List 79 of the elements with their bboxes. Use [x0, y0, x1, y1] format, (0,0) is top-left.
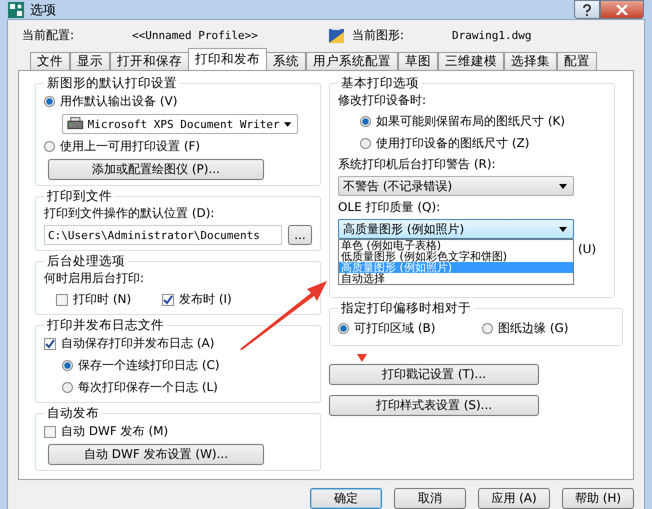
tab[interactable]: 打开和保存 — [110, 52, 189, 70]
option-label: 自动保存打印并发布日志 (A) — [61, 335, 214, 352]
tab[interactable]: 草图 — [398, 52, 438, 70]
caret-icon — [284, 122, 291, 126]
option-label: 发布时 (I) — [179, 291, 232, 308]
radio-button[interactable] — [62, 360, 73, 371]
dialog-button[interactable]: 取消 — [394, 488, 466, 509]
radio-button[interactable] — [338, 323, 349, 334]
quality-dropdown[interactable]: 高质量图形 (例如照片) — [338, 219, 574, 239]
option-label: 如果可能则保留布局的图纸尺寸 (K) — [376, 113, 566, 130]
radio-button[interactable] — [44, 96, 55, 107]
checkbox[interactable] — [44, 338, 56, 350]
printer-icon — [67, 117, 84, 131]
tab[interactable]: 文件 — [30, 52, 70, 70]
add-plotter-button[interactable]: 添加或配置绘图仪 (P)... — [48, 159, 264, 180]
group-title: 基本打印选项 — [340, 75, 420, 92]
group-title: 指定打印偏移时相对于 — [340, 300, 472, 317]
dialog-button[interactable]: 帮助 (H) — [562, 488, 634, 509]
dialog-button[interactable]: 确定 — [310, 488, 382, 509]
field-label: OLE 打印质量 (Q): — [338, 199, 442, 216]
checkbox[interactable] — [56, 294, 68, 306]
profile-label: 当前配置: — [22, 26, 76, 44]
tab[interactable]: 用户系统配置 — [306, 52, 398, 70]
caret-icon — [559, 226, 567, 232]
dialog-button[interactable]: 应用 (A) — [478, 488, 550, 509]
dwf-settings-button[interactable]: 自动 DWF 发布设置 (W)... — [48, 444, 264, 465]
drawing-file-icon — [328, 26, 346, 44]
field-label: 系统打印机后台打印警告 (R): — [338, 156, 497, 173]
app-icon — [8, 2, 24, 18]
tab[interactable]: 打印和发布 — [188, 48, 267, 70]
option-label: 使用上一可用打印设置 (F) — [60, 138, 200, 155]
radio-button[interactable] — [62, 382, 73, 393]
option-label: 打印时 (N) — [73, 291, 132, 308]
group-title: 自动发布 — [46, 405, 100, 422]
option-label: 用作默认输出设备 (V) — [60, 93, 178, 110]
tab[interactable]: 配置 — [557, 52, 597, 70]
group-title: 新图形的默认打印设置 — [46, 75, 178, 92]
option-label: 保存一个连续打印日志 (C) — [78, 357, 220, 374]
radio-button[interactable] — [360, 116, 371, 127]
radio-button[interactable] — [482, 323, 493, 334]
group-title: 打印并发布日志文件 — [46, 317, 165, 334]
tab[interactable]: 三维建模 — [438, 52, 504, 70]
radio-button[interactable] — [360, 138, 371, 149]
printer-dropdown[interactable]: Microsoft XPS Document Writer — [62, 114, 298, 134]
drawing-label: 当前图形: — [352, 26, 406, 44]
option-label: (U) — [578, 242, 596, 258]
warning-dropdown[interactable]: 不警告 (不记录错误) — [338, 176, 574, 196]
help-button[interactable] — [574, 0, 600, 19]
tab[interactable]: 选择集 — [504, 52, 557, 70]
profile-name: <<Unnamed Profile>> — [132, 28, 259, 42]
window-title: 选项 — [30, 2, 56, 18]
browse-button[interactable]: ... — [288, 225, 312, 245]
group-title: 打印到文件 — [46, 188, 113, 205]
settings-button[interactable]: 打印戳记设置 (T)... — [329, 364, 539, 385]
path-field[interactable]: C:\Users\Administrator\Documents — [44, 225, 282, 245]
group-title: 后台处理选项 — [46, 253, 126, 270]
option-label: 图纸边缘 (G) — [498, 320, 568, 337]
field-label: 何时启用后台打印: — [44, 270, 146, 287]
dropdown-option[interactable]: 低质量图形 (例如彩色文字和饼图) — [339, 251, 573, 262]
close-icon — [616, 4, 628, 14]
tab[interactable]: 系统 — [266, 52, 306, 70]
dropdown-option[interactable]: 自动选择 — [339, 273, 573, 284]
triangle-marker — [357, 354, 367, 362]
field-label: 修改打印设备时: — [338, 92, 428, 109]
option-label: 自动 DWF 发布 (M) — [61, 423, 168, 440]
field-label: 打印到文件操作的默认位置 (D): — [44, 205, 216, 222]
option-label: 每次打印保存一个日志 (L) — [78, 379, 218, 396]
close-button[interactable] — [600, 0, 644, 19]
question-mark-icon — [582, 4, 592, 16]
tab[interactable]: 显示 — [70, 52, 110, 70]
drawing-name: Drawing1.dwg — [452, 28, 532, 42]
checkbox[interactable] — [162, 294, 174, 306]
caret-icon — [559, 184, 567, 188]
dropdown-option[interactable]: 单色 (例如电子表格) — [339, 240, 573, 251]
radio-button[interactable] — [44, 141, 55, 152]
option-label: 可打印区域 (B) — [354, 320, 436, 337]
settings-button[interactable]: 打印样式表设置 (S)... — [329, 395, 539, 416]
option-label: 使用打印设备的图纸尺寸 (Z) — [376, 135, 530, 152]
checkbox[interactable] — [44, 426, 56, 438]
